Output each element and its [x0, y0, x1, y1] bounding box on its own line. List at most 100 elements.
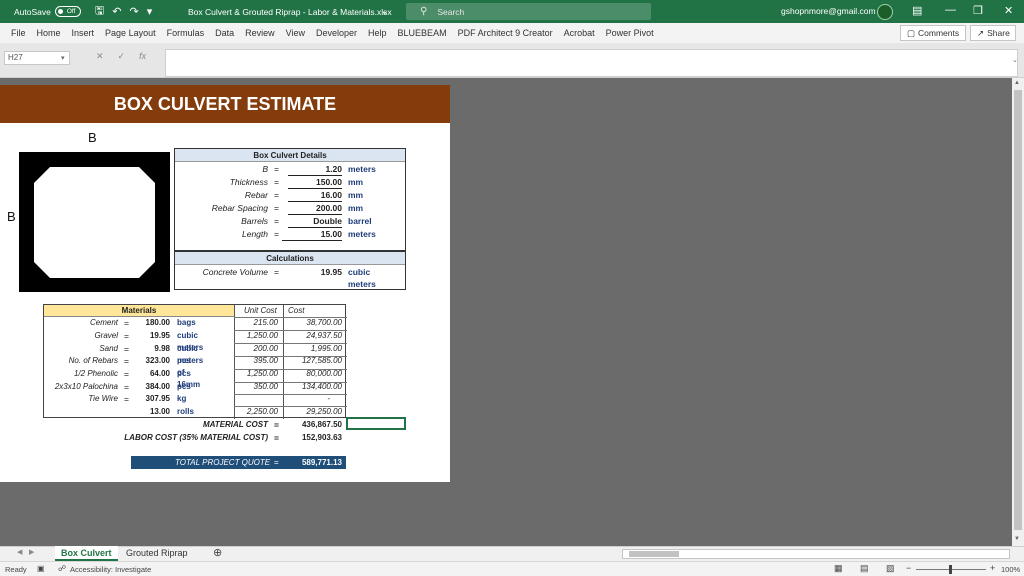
comment-icon: ▢: [907, 27, 916, 38]
tab-view[interactable]: View: [286, 28, 305, 38]
material-unit-cost[interactable]: 200.00: [236, 343, 278, 355]
tab-pdf-architect[interactable]: PDF Architect 9 Creator: [458, 28, 553, 38]
material-cost[interactable]: 134,400.00: [284, 381, 342, 393]
formula-buttons: ✕ ✓ fx: [90, 51, 162, 65]
total-quote-value[interactable]: 589,771.13: [284, 456, 342, 469]
macro-record-icon[interactable]: ▣: [37, 564, 45, 573]
undo-icon[interactable]: ↶: [112, 5, 121, 18]
material-cost-value[interactable]: 436,867.50: [284, 419, 342, 431]
detail-value[interactable]: 15.00: [282, 228, 342, 241]
tab-scroll-left-icon[interactable]: ◀: [17, 548, 22, 556]
title-chevron-down-icon[interactable]: ⌄: [381, 6, 388, 17]
scroll-thumb[interactable]: [1014, 90, 1022, 530]
horizontal-scroll-thumb[interactable]: [629, 551, 679, 557]
customize-qat-icon[interactable]: ▾: [147, 5, 153, 18]
tab-insert[interactable]: Insert: [72, 28, 95, 38]
material-unit-cost[interactable]: 395.00: [236, 355, 278, 367]
material-cost[interactable]: 24,937.50: [284, 330, 342, 342]
material-unit: pcs: [177, 382, 191, 391]
formula-input[interactable]: [165, 49, 1018, 77]
material-unit-cost[interactable]: 350.00: [236, 381, 278, 393]
scroll-up-icon[interactable]: ▲: [1014, 80, 1020, 86]
zoom-slider-thumb[interactable]: [949, 565, 952, 574]
avatar[interactable]: [877, 4, 893, 20]
save-icon[interactable]: 🖫: [95, 2, 104, 21]
enter-icon[interactable]: ✓: [118, 51, 126, 65]
zoom-out-icon[interactable]: −: [906, 563, 911, 573]
plus-circle-icon[interactable]: ⊕: [213, 546, 222, 559]
material-qty[interactable]: 13.00: [134, 406, 170, 418]
detail-value[interactable]: 200.00: [288, 202, 342, 215]
sheet-tab-box-culvert[interactable]: Box Culvert: [55, 546, 118, 561]
material-cost[interactable]: 80,000.00: [284, 368, 342, 380]
tab-data[interactable]: Data: [215, 28, 234, 38]
close-icon[interactable]: ✕: [1004, 4, 1013, 17]
expand-formula-bar-icon[interactable]: ⌄: [1012, 56, 1018, 64]
material-cost[interactable]: 1,995.00: [284, 343, 342, 355]
material-qty[interactable]: 19.95: [134, 330, 170, 342]
zoom-level[interactable]: 100%: [1001, 565, 1020, 574]
sheet-tab-grouted-riprap[interactable]: Grouted Riprap: [120, 546, 194, 561]
selected-cell[interactable]: [346, 417, 406, 430]
comments-button[interactable]: ▢ Comments: [900, 25, 966, 41]
restore-icon[interactable]: ❐: [973, 4, 983, 17]
vertical-scrollbar[interactable]: ▲ ▼: [1012, 78, 1024, 546]
detail-value[interactable]: 16.00: [288, 189, 342, 202]
concrete-volume-value[interactable]: 19.95: [288, 266, 342, 278]
tab-help[interactable]: Help: [368, 28, 387, 38]
detail-label: Length: [242, 229, 268, 239]
detail-equals: =: [274, 164, 279, 174]
tab-file[interactable]: File: [11, 28, 26, 38]
detail-value[interactable]: 150.00: [288, 176, 342, 189]
material-qty[interactable]: 64.00: [134, 368, 170, 380]
tab-home[interactable]: Home: [37, 28, 61, 38]
normal-view-icon[interactable]: ▦: [834, 563, 843, 574]
share-button[interactable]: ↗ Share: [970, 25, 1016, 41]
zoom-in-icon[interactable]: +: [990, 563, 995, 573]
search-box[interactable]: ⚲ Search: [406, 3, 651, 20]
tab-developer[interactable]: Developer: [316, 28, 357, 38]
material-label: 1/2 Phenolic: [73, 369, 118, 378]
redo-icon[interactable]: ↷: [129, 5, 138, 18]
worksheet-print-area[interactable]: BOX CULVERT ESTIMATE B B Box Culvert Det…: [0, 85, 450, 482]
material-label: Tie Wire: [88, 394, 118, 403]
page-break-view-icon[interactable]: ▧: [886, 563, 895, 574]
material-unit-cost[interactable]: 1,250.00: [236, 368, 278, 380]
cancel-icon[interactable]: ✕: [96, 51, 104, 65]
material-unit-cost[interactable]: 215.00: [236, 317, 278, 329]
tab-scroll-right-icon[interactable]: ▶: [29, 548, 34, 556]
detail-equals: =: [274, 177, 279, 187]
tab-power-pivot[interactable]: Power Pivot: [606, 28, 654, 38]
tab-page-layout[interactable]: Page Layout: [105, 28, 156, 38]
tab-formulas[interactable]: Formulas: [167, 28, 205, 38]
material-qty[interactable]: 180.00: [134, 317, 170, 329]
material-cost[interactable]: -: [284, 393, 330, 405]
material-unit-cost[interactable]: 2,250.00: [236, 406, 278, 418]
minimize-icon[interactable]: —: [945, 4, 956, 16]
ribbon-display-icon[interactable]: ▤: [912, 4, 922, 17]
material-qty[interactable]: 323.00: [134, 355, 170, 367]
material-cost[interactable]: 38,700.00: [284, 317, 342, 329]
name-box-dropdown-icon[interactable]: ▾: [61, 54, 65, 62]
material-qty[interactable]: 307.95: [134, 393, 170, 405]
tab-bluebeam[interactable]: BLUEBEAM: [398, 28, 447, 38]
tab-review[interactable]: Review: [245, 28, 275, 38]
zoom-slider[interactable]: [916, 565, 986, 574]
insert-function-button[interactable]: fx: [139, 51, 146, 65]
detail-value[interactable]: Double: [288, 215, 342, 228]
tab-acrobat[interactable]: Acrobat: [564, 28, 595, 38]
horizontal-scrollbar[interactable]: [622, 549, 1010, 559]
user-email[interactable]: gshopnmore@gmail.com: [781, 6, 876, 16]
page-layout-view-icon[interactable]: ▤: [860, 563, 869, 574]
autosave-toggle[interactable]: Off: [54, 6, 81, 17]
material-cost[interactable]: 127,585.00: [284, 355, 342, 367]
scroll-down-icon[interactable]: ▼: [1014, 536, 1020, 542]
material-qty[interactable]: 9.98: [134, 343, 170, 355]
accessibility-status[interactable]: Accessibility: Investigate: [70, 565, 151, 574]
accessibility-icon[interactable]: ☍: [58, 564, 66, 573]
detail-value[interactable]: 1.20: [288, 163, 342, 176]
material-cost[interactable]: 29,250.00: [284, 406, 342, 418]
material-qty[interactable]: 384.00: [134, 381, 170, 393]
material-unit-cost[interactable]: 1,250.00: [236, 330, 278, 342]
labor-cost-value[interactable]: 152,903.63: [284, 432, 342, 444]
